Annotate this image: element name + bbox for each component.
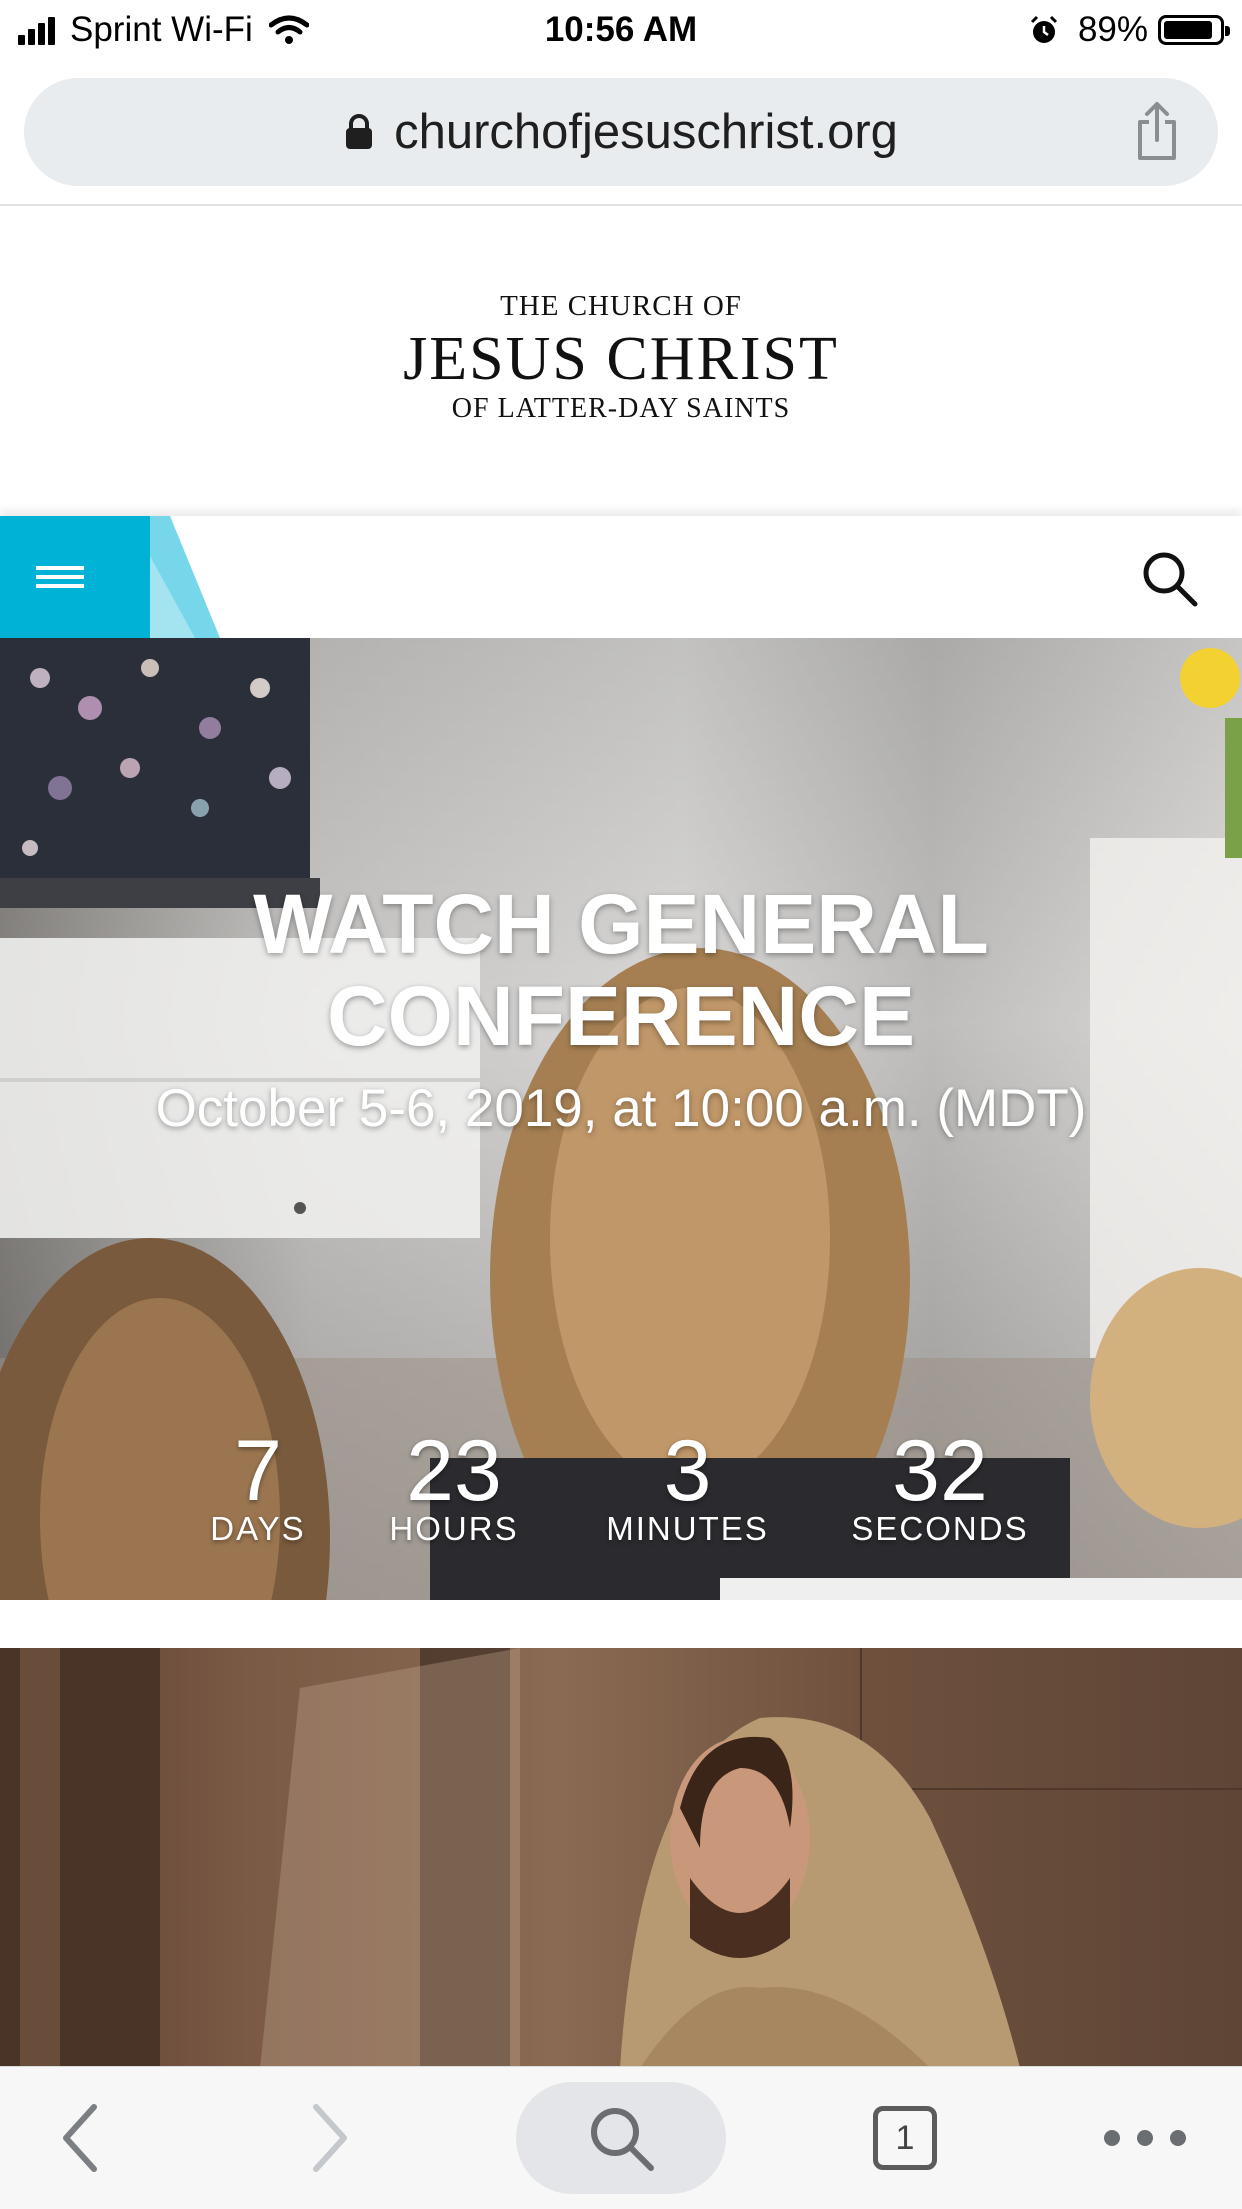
countdown-days-value: 7 <box>234 1423 282 1519</box>
back-icon <box>63 2104 97 2172</box>
countdown-days-label: DAYS <box>210 1510 306 1547</box>
countdown-seconds: 32 SECONDS <box>840 1428 1040 1548</box>
lock-icon <box>346 114 373 149</box>
forward-icon <box>313 2104 347 2172</box>
toolbar-search-button[interactable] <box>516 2067 726 2209</box>
browser-toolbar: 1 <box>0 2066 1242 2209</box>
hero-title-line-2: CONFERENCE <box>326 969 916 1063</box>
battery-icon <box>1158 15 1230 45</box>
share-icon[interactable] <box>1132 100 1182 162</box>
church-logo[interactable]: THE CHURCH OF JESUS CHRIST OF LATTER-DAY… <box>0 290 1242 425</box>
status-right: 89% <box>1028 10 1230 50</box>
back-button[interactable] <box>40 2067 120 2209</box>
search-pill[interactable] <box>516 2082 726 2194</box>
tabs-icon: 1 <box>873 2106 937 2170</box>
tab-count: 1 <box>895 2118 915 2157</box>
tabs-button[interactable]: 1 <box>860 2067 950 2209</box>
countdown-seconds-label: SECONDS <box>851 1510 1029 1547</box>
countdown-hours: 23 HOURS <box>374 1428 534 1548</box>
feature-card-image[interactable] <box>0 1648 1242 2068</box>
battery-level-fill <box>1164 21 1212 39</box>
countdown-days: 7 DAYS <box>188 1428 328 1548</box>
alarm-icon <box>1030 15 1057 43</box>
logo-line-1: THE CHURCH OF <box>500 290 742 322</box>
countdown-minutes-value: 3 <box>663 1423 712 1519</box>
battery-percent: 89% <box>1077 10 1148 49</box>
address-bar[interactable]: churchofjesuschrist.org <box>24 78 1218 186</box>
feature-card-background <box>0 1648 1242 2068</box>
logo-line-3: OF LATTER-DAY SAINTS <box>451 393 791 424</box>
countdown-minutes: 3 MINUTES <box>590 1428 785 1548</box>
menu-decoration <box>150 516 220 638</box>
forward-button[interactable] <box>290 2067 370 2209</box>
hero-banner[interactable]: WATCH GENERAL CONFERENCE October 5-6, 20… <box>0 638 1242 1600</box>
search-icon[interactable] <box>1140 549 1200 609</box>
hero-title-line-1: WATCH GENERAL <box>253 877 989 971</box>
more-button[interactable] <box>1090 2067 1200 2209</box>
logo-line-2: JESUS CHRIST <box>403 325 839 393</box>
search-icon <box>591 2108 654 2171</box>
url-text: churchofjesuschrist.org <box>394 105 898 159</box>
more-icon <box>1104 2130 1186 2146</box>
url-display[interactable]: churchofjesuschrist.org <box>24 78 1218 186</box>
hero-title: WATCH GENERAL CONFERENCE <box>0 878 1242 1062</box>
status-bar: Sprint Wi-Fi 10:56 AM 89% <box>0 0 1242 62</box>
hero-date: October 5-6, 2019, at 10:00 a.m. (MDT) <box>155 1079 1087 1138</box>
countdown-hours-label: HOURS <box>389 1510 519 1547</box>
menu-icon <box>36 566 84 588</box>
site-nav-bar <box>0 516 1242 638</box>
countdown-seconds-value: 32 <box>892 1423 988 1519</box>
menu-button[interactable] <box>0 516 150 638</box>
countdown-minutes-label: MINUTES <box>606 1510 769 1547</box>
divider <box>0 204 1242 206</box>
countdown-hours-value: 23 <box>406 1423 502 1519</box>
